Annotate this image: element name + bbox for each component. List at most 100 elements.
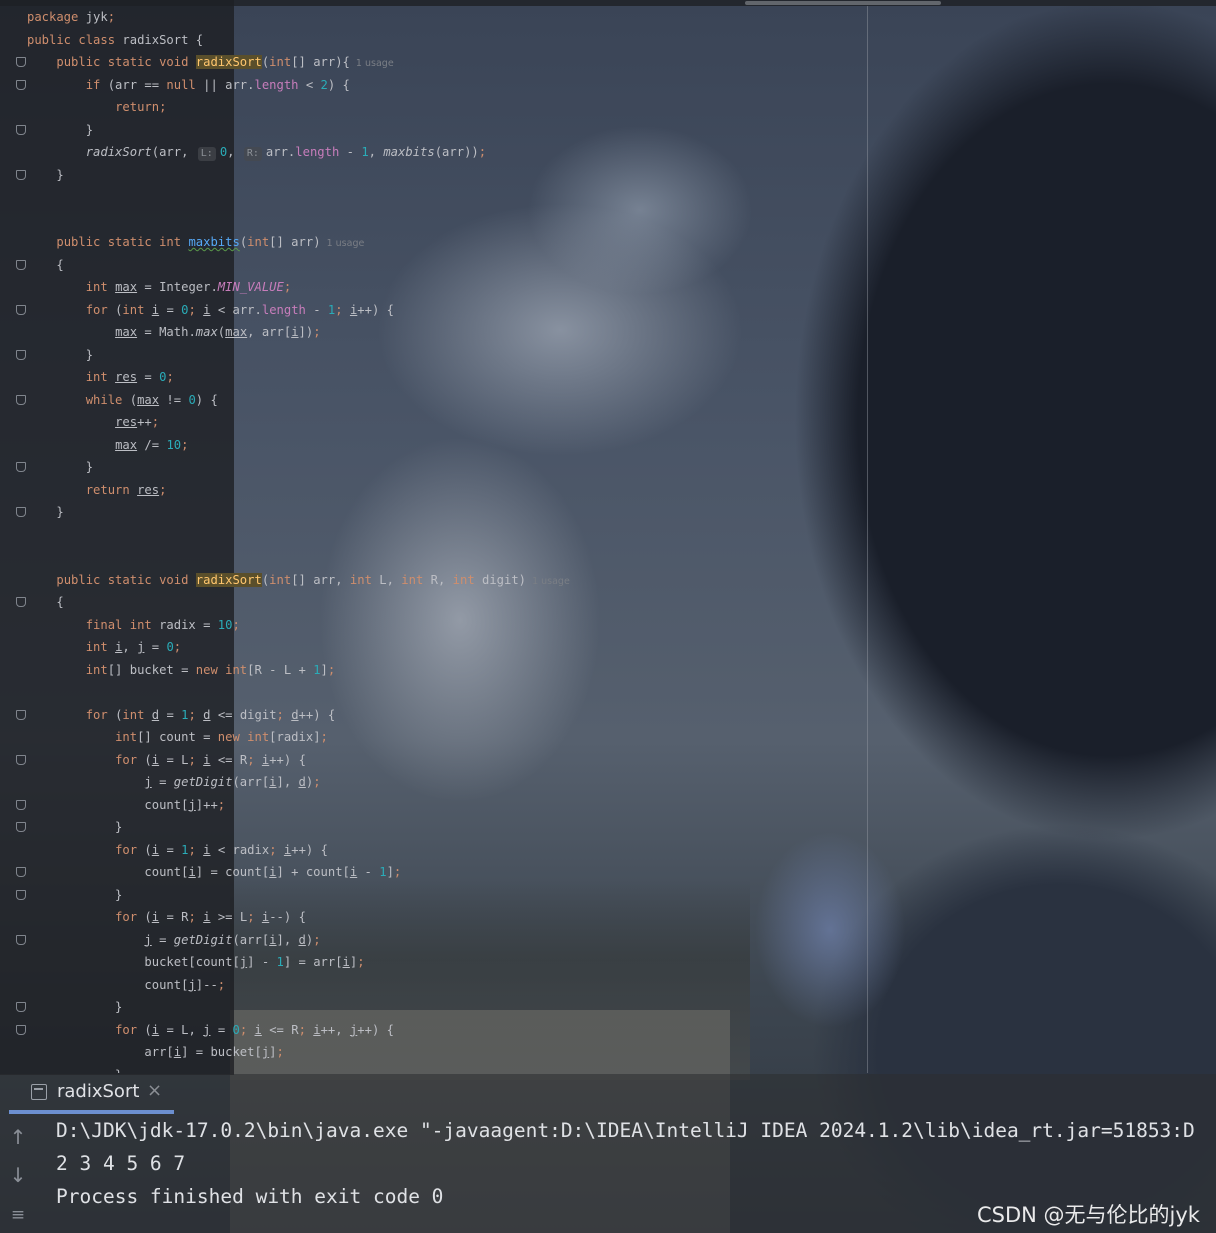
code-token: int <box>85 662 108 677</box>
code-token: max <box>115 325 138 339</box>
code-line[interactable]: } <box>27 164 64 186</box>
code-line[interactable]: for (i = R; i >= L; i--) { <box>27 906 306 928</box>
fold-marker-icon[interactable] <box>16 79 26 91</box>
fold-marker-icon[interactable] <box>16 304 26 316</box>
soft-wrap-icon[interactable]: ≡ <box>8 1204 28 1226</box>
code-line[interactable]: public static void radixSort(int[] arr, … <box>27 569 570 591</box>
fold-marker-icon[interactable] <box>16 754 26 766</box>
code-line[interactable]: int[] bucket = new int[R - L + 1]; <box>27 659 336 681</box>
fold-marker-icon[interactable] <box>16 349 26 361</box>
code-line[interactable]: } <box>27 1064 122 1074</box>
code-token: } <box>27 505 64 519</box>
code-token: i <box>203 842 211 857</box>
code-line[interactable]: j = getDigit(arr[i], d); <box>27 929 320 951</box>
code-line[interactable]: package jyk; <box>27 6 115 28</box>
code-token: ] = bucket[ <box>181 1045 262 1059</box>
fold-marker-icon[interactable] <box>16 507 26 518</box>
code-line[interactable]: } <box>27 119 93 141</box>
code-token: length <box>295 145 340 159</box>
code-line[interactable]: } <box>27 996 122 1018</box>
code-token: 1 <box>361 145 369 159</box>
code-token: ++) { <box>291 842 328 857</box>
code-line[interactable]: max /= 10; <box>27 434 188 456</box>
code-token: } <box>27 167 64 182</box>
code-token: != <box>159 392 189 407</box>
code-line[interactable]: } <box>27 884 122 906</box>
code-token: i <box>203 302 211 317</box>
fold-marker-icon[interactable] <box>16 867 26 878</box>
code-line[interactable]: } <box>27 816 122 838</box>
code-line[interactable]: final int radix = 10; <box>27 614 240 636</box>
fold-marker-icon[interactable] <box>16 1002 26 1013</box>
code-token: = <box>210 1022 233 1037</box>
arrow-down-icon[interactable]: ↓ <box>8 1164 28 1186</box>
code-line[interactable]: int i, j = 0; <box>27 636 181 658</box>
code-token: <= R <box>210 752 248 767</box>
fold-marker-icon[interactable] <box>16 799 26 811</box>
code-token: i <box>269 775 277 789</box>
code-line[interactable]: for (i = L; i <= R; i++) { <box>27 749 306 771</box>
code-line[interactable]: int[] count = new int[radix]; <box>27 726 328 748</box>
code-token: null <box>166 77 196 92</box>
code-line[interactable]: for (int i = 0; i < arr.length - 1; i++)… <box>27 299 394 321</box>
fold-marker-icon[interactable] <box>16 124 26 136</box>
code-line[interactable]: for (int d = 1; d <= digit; d++) { <box>27 704 336 726</box>
fold-marker-icon[interactable] <box>16 259 26 271</box>
code-line[interactable]: count[j]++; <box>27 794 225 816</box>
code-line[interactable]: int max = Integer.MIN_VALUE; <box>27 276 291 298</box>
fold-marker-icon[interactable] <box>16 1024 26 1036</box>
code-line[interactable]: { <box>27 254 63 276</box>
code-line[interactable]: } <box>27 456 93 478</box>
code-line[interactable]: return; <box>27 96 166 118</box>
code-line[interactable]: for (i = L, j = 0; i <= R; i++, j++) { <box>27 1019 394 1041</box>
code-line[interactable]: } <box>27 344 93 366</box>
code-token: ; <box>232 617 240 632</box>
code-token: ] <box>269 1045 277 1059</box>
code-token: = Integer. <box>137 280 218 294</box>
code-token: - <box>339 145 362 159</box>
code-line[interactable]: public class radixSort { <box>27 29 203 51</box>
code-line[interactable]: arr[i] = bucket[j]; <box>27 1041 283 1063</box>
run-tab-radixsort[interactable]: radixSort × <box>9 1074 174 1114</box>
code-token: ; <box>188 302 204 317</box>
code-token: max <box>195 325 218 339</box>
fold-marker-icon[interactable] <box>16 822 26 833</box>
fold-marker-icon[interactable] <box>16 889 26 901</box>
code-line[interactable]: public static void radixSort(int[] arr){… <box>27 51 394 73</box>
code-line[interactable]: bucket[count[j] - 1] = arr[i]; <box>27 951 364 973</box>
code-line[interactable]: count[j]--; <box>27 974 225 996</box>
fold-marker-icon[interactable] <box>16 709 26 721</box>
code-token: new int <box>217 730 270 744</box>
fold-marker-icon[interactable] <box>16 394 26 406</box>
code-line[interactable]: radixSort(arr, L: 0, R: arr.length - 1, ma… <box>27 141 486 163</box>
code-token: int <box>122 707 152 722</box>
code-line[interactable]: } <box>27 501 64 523</box>
code-line[interactable]: if (arr == null || arr.length < 2) { <box>27 74 350 96</box>
code-line[interactable]: int res = 0; <box>27 366 174 388</box>
code-token: ], <box>276 932 299 947</box>
code-line[interactable]: max = Math.max(max, arr[i]); <box>27 321 321 343</box>
fold-marker-icon[interactable] <box>16 57 26 68</box>
code-line[interactable]: res++; <box>27 411 159 433</box>
code-line[interactable]: while (max != 0) { <box>27 389 218 411</box>
code-line[interactable]: count[i] = count[i] + count[i - 1]; <box>27 861 401 883</box>
code-token: [] arr){ <box>291 55 350 69</box>
code-line[interactable]: public static int maxbits(int[] arr) 1 u… <box>27 231 364 253</box>
code-token: return <box>85 482 138 497</box>
fold-marker-icon[interactable] <box>16 597 26 608</box>
arrow-up-icon[interactable]: ↑ <box>8 1126 28 1148</box>
code-line[interactable]: for (i = 1; i < radix; i++) { <box>27 839 328 861</box>
code-token: [] bucket = <box>107 662 196 677</box>
code-editor[interactable]: package jyk; public class radixSort { pub… <box>27 6 887 1073</box>
close-icon[interactable]: × <box>147 1080 162 1101</box>
code-line[interactable]: { <box>27 591 63 613</box>
fold-marker-icon[interactable] <box>16 462 26 473</box>
code-token: ; <box>283 280 292 294</box>
code-line[interactable]: j = getDigit(arr[i], d); <box>27 771 320 793</box>
code-line[interactable]: return res; <box>27 479 167 501</box>
fold-marker-icon[interactable] <box>16 934 26 946</box>
fold-marker-icon[interactable] <box>16 169 26 181</box>
